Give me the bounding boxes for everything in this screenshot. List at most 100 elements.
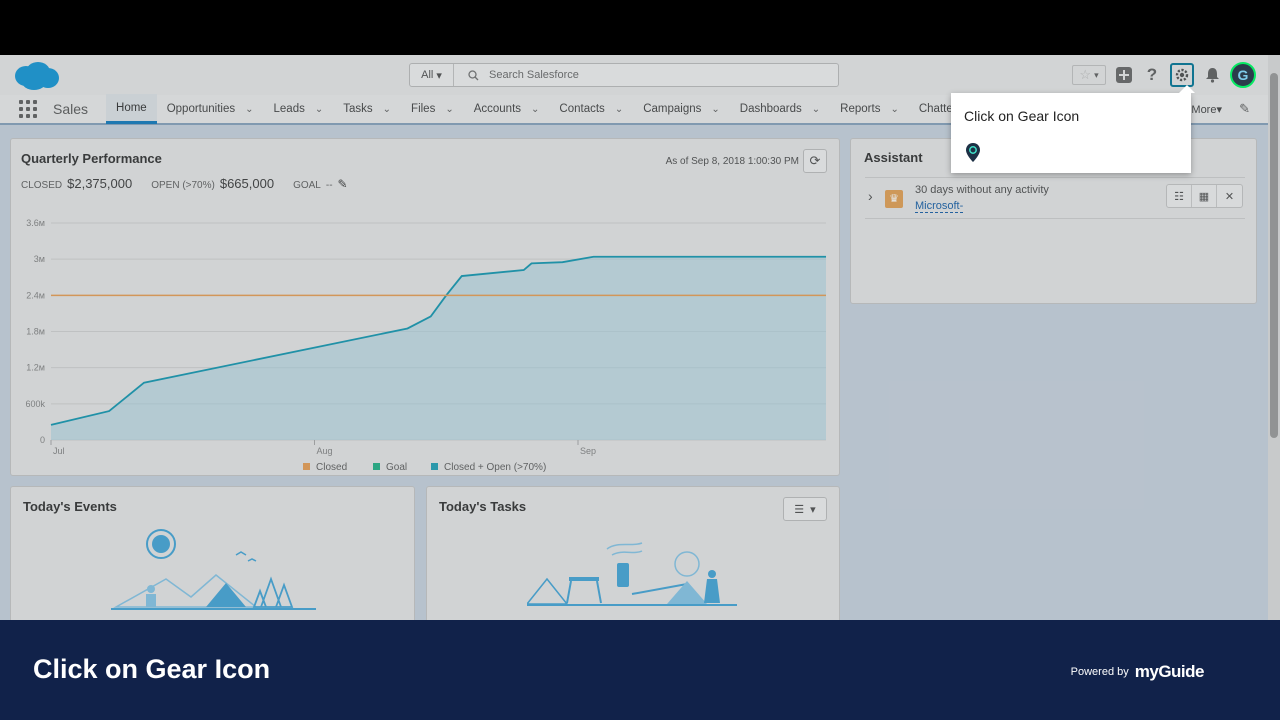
caret-down-icon: ▾ (1216, 104, 1222, 116)
goal-value: -- (325, 180, 333, 191)
goal-label: GOAL (293, 180, 321, 191)
chevron-down-icon[interactable]: ⌄ (315, 104, 323, 115)
scrollbar-thumb[interactable] (1270, 73, 1278, 438)
tab-label: Leads (273, 103, 305, 115)
global-search: All ▾ Search Salesforce (409, 63, 839, 87)
salesforce-logo[interactable] (12, 60, 60, 92)
help-question-icon[interactable]: ? (1142, 65, 1162, 85)
tab-contacts[interactable]: Contacts ⌄ (549, 94, 633, 124)
search-scope-label: All (421, 69, 434, 81)
banner-step-text: Click on Gear Icon (33, 654, 271, 684)
filter-list-icon: ☰ (794, 503, 805, 516)
global-header: All ▾ Search Salesforce ☆ ▾ ? G (0, 55, 1268, 95)
card-title: Assistant (864, 150, 923, 165)
performance-chart: 0 600k 1.2м 1.8м 2.4м 3м 3.6м Jul Aug Sep Closed Go… (25, 218, 827, 473)
search-scope-dropdown[interactable]: All ▾ (410, 64, 454, 86)
tab-label: Tasks (343, 103, 373, 115)
global-actions-plus-icon[interactable] (1114, 65, 1134, 85)
legend-label: Goal (386, 462, 407, 473)
myguide-pin-icon (966, 143, 980, 162)
search-input[interactable]: Search Salesforce (454, 64, 838, 86)
setup-gear-icon[interactable] (1170, 63, 1194, 87)
performance-stats: CLOSED $2,375,000 OPEN (>70%) $665,000 G… (21, 176, 348, 191)
notifications-bell-icon[interactable] (1202, 65, 1222, 85)
tab-home[interactable]: Home (106, 94, 157, 124)
page-scrollbar[interactable] (1268, 55, 1280, 620)
search-icon (468, 69, 479, 80)
screen: All ▾ Search Salesforce ☆ ▾ ? G Sales Ho… (0, 0, 1280, 720)
edit-nav-pencil-icon[interactable]: ✎ (1239, 101, 1250, 117)
x-tick-label: Sep (580, 446, 596, 456)
crown-icon: ♛ (885, 190, 903, 208)
chevron-down-icon[interactable]: ⌄ (711, 104, 719, 115)
tab-label: Dashboards (739, 103, 802, 115)
powered-by: Powered by myGuide (1070, 662, 1205, 682)
y-tick-label: 2.4м (26, 290, 45, 300)
card-title: Quarterly Performance (21, 151, 162, 166)
tab-label: Campaigns (643, 103, 702, 115)
user-avatar[interactable]: G (1230, 62, 1256, 88)
caret-down-icon: ▾ (810, 503, 816, 516)
chevron-down-icon[interactable]: ⌄ (812, 104, 820, 115)
myguide-logo: myGuide (1134, 662, 1205, 681)
more-tabs-menu[interactable]: More▾ (1191, 103, 1222, 116)
tab-label: Files (411, 103, 436, 115)
legend-swatch (373, 463, 380, 470)
refresh-icon: ⟳ (809, 153, 821, 168)
chevron-down-icon[interactable]: ⌄ (615, 104, 623, 115)
edit-goal-pencil-icon[interactable]: ✎ (338, 177, 348, 191)
tab-campaigns[interactable]: Campaigns ⌄ (633, 94, 730, 124)
camping-illustration-icon (111, 529, 316, 610)
tab-label: Contacts (559, 103, 605, 115)
tab-leads[interactable]: Leads ⌄ (264, 94, 334, 124)
legend-label: Closed + Open (>70%) (444, 462, 546, 473)
closed-value: $2,375,000 (67, 176, 133, 191)
tab-reports[interactable]: Reports ⌄ (830, 94, 909, 124)
more-label: More (1191, 104, 1217, 116)
chevron-down-icon[interactable]: ⌄ (445, 104, 453, 115)
powered-by-label: Powered by (1070, 666, 1129, 678)
as-of-timestamp: As of Sep 8, 2018 1:00:30 PM (665, 156, 799, 167)
tab-label: Home (116, 101, 147, 114)
closed-open-area (51, 256, 826, 440)
chevron-down-icon[interactable]: ⌄ (383, 104, 391, 115)
favorites-star-icon[interactable]: ☆ ▾ (1072, 65, 1106, 85)
tab-label: Reports (840, 103, 881, 115)
guide-banner: Click on Gear Icon Powered by myGuide (0, 620, 1280, 720)
avatar-letter: G (1237, 67, 1249, 83)
chevron-right-icon[interactable]: › (868, 188, 873, 204)
open-label: OPEN (>70%) (151, 180, 215, 191)
dismiss-close-icon[interactable]: ✕ (1217, 185, 1242, 207)
chevron-down-icon[interactable]: ⌄ (245, 104, 253, 115)
tab-tasks[interactable]: Tasks ⌄ (333, 94, 401, 124)
legend-label: Closed (316, 462, 347, 473)
guide-tooltip: Click on Gear Icon (951, 85, 1195, 173)
tab-opportunities[interactable]: Opportunities ⌄ (157, 94, 264, 124)
y-tick-label: 1.2м (26, 363, 45, 373)
chevron-down-icon[interactable]: ⌄ (531, 104, 539, 115)
tab-label: Accounts (473, 103, 522, 115)
tab-label: Opportunities (166, 103, 236, 115)
app-launcher-icon[interactable] (19, 100, 37, 118)
legend-swatch (303, 463, 310, 470)
tab-files[interactable]: Files ⌄ (401, 94, 464, 124)
assistant-item-link[interactable]: Microsoft- (915, 200, 964, 213)
app-name: Sales (53, 101, 89, 117)
new-task-icon[interactable]: ☷ (1167, 185, 1192, 207)
tooltip-text: Click on Gear Icon (964, 108, 1080, 124)
y-tick-label: 1.8м (26, 327, 45, 337)
task-filter-button[interactable]: ☰ ▾ (783, 497, 827, 521)
assistant-item-text: 30 days without any activity (915, 184, 1049, 196)
refresh-button[interactable]: ⟳ (803, 149, 827, 173)
y-tick-label: 3.6м (26, 218, 45, 228)
chevron-down-icon[interactable]: ⌄ (890, 104, 898, 115)
tab-dashboards[interactable]: Dashboards ⌄ (730, 94, 830, 124)
closed-label: CLOSED (21, 180, 63, 191)
x-tick-label: Aug (317, 446, 333, 456)
todays-events-card: Today's Events (10, 486, 415, 620)
tab-accounts[interactable]: Accounts ⌄ (464, 94, 550, 124)
assistant-item: › ♛ 30 days without any activity Microso… (865, 177, 1245, 219)
new-event-calendar-icon[interactable]: ▦ (1192, 185, 1217, 207)
caret-down-icon: ▾ (436, 69, 442, 82)
card-title: Today's Events (23, 499, 117, 514)
